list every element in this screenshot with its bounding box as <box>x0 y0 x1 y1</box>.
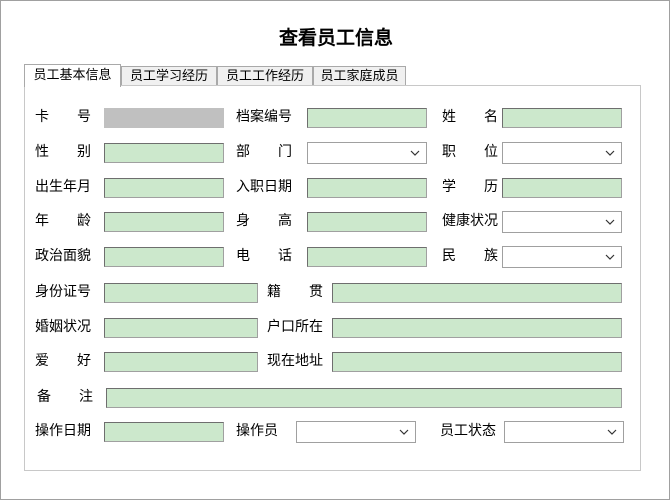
card-no-label-part: 卡 <box>35 109 49 125</box>
position-label-part: 职 <box>442 144 456 160</box>
health-label: 健康状况 <box>442 213 498 229</box>
ethnic-label-part: 民 <box>442 248 456 264</box>
department-label-part: 部 <box>236 144 250 160</box>
birth-label: 出生年月 <box>35 179 91 195</box>
native-place-label-part: 籍 <box>267 284 281 300</box>
age-label: 年龄 <box>35 211 91 231</box>
ethnic-select[interactable] <box>502 246 622 268</box>
remark-label-part: 备 <box>37 389 51 405</box>
education-field[interactable] <box>502 178 622 198</box>
hire-date-field[interactable] <box>307 178 427 198</box>
employee-info-window: 查看员工信息 员工基本信息 员工学习经历 员工工作经历 员工家庭成员 卡号 档案… <box>0 0 670 500</box>
chevron-down-icon <box>605 254 615 260</box>
age-label-part: 龄 <box>77 213 91 229</box>
name-label-part: 名 <box>484 109 498 125</box>
health-select[interactable] <box>502 211 622 233</box>
age-label-part: 年 <box>35 213 49 229</box>
native-place-label-part: 贯 <box>309 284 323 300</box>
address-field[interactable] <box>332 352 622 372</box>
department-label: 部门 <box>236 142 292 162</box>
ethnic-label-part: 族 <box>484 248 498 264</box>
birth-field[interactable] <box>104 178 224 198</box>
archive-no-label: 档案编号 <box>236 109 292 125</box>
chevron-down-icon <box>605 219 615 225</box>
card-no-label: 卡号 <box>35 107 91 127</box>
height-field[interactable] <box>307 212 427 232</box>
position-label-part: 位 <box>484 144 498 160</box>
position-select[interactable] <box>502 142 622 164</box>
chevron-down-icon <box>410 150 420 156</box>
tab-education[interactable]: 员工学习经历 <box>121 66 217 85</box>
phone-label: 电话 <box>236 246 292 266</box>
politics-field[interactable] <box>104 247 224 267</box>
gender-label-part: 性 <box>35 144 49 160</box>
remark-field[interactable] <box>106 388 622 408</box>
native-place-field[interactable] <box>332 283 622 303</box>
tab-work-history[interactable]: 员工工作经历 <box>217 66 313 85</box>
chevron-down-icon <box>607 429 617 435</box>
tab-basic-info[interactable]: 员工基本信息 <box>24 64 121 87</box>
operator-select[interactable] <box>296 421 416 443</box>
archive-no-field[interactable] <box>307 108 427 128</box>
remark-label: 备注 <box>37 387 93 407</box>
position-label: 职位 <box>442 142 498 162</box>
marital-label: 婚姻状况 <box>35 319 91 335</box>
marital-field[interactable] <box>104 318 258 338</box>
card-no-label-part: 号 <box>77 109 91 125</box>
phone-label-part: 电 <box>236 248 250 264</box>
household-label: 户口所在 <box>267 319 323 335</box>
height-label: 身高 <box>236 211 292 231</box>
gender-field[interactable] <box>104 143 224 163</box>
height-label-part: 身 <box>236 213 250 229</box>
hobby-label-part: 好 <box>77 353 91 369</box>
department-select[interactable] <box>307 142 427 164</box>
id-card-field[interactable] <box>104 283 258 303</box>
name-field[interactable] <box>502 108 622 128</box>
gender-label-part: 别 <box>77 144 91 160</box>
op-date-field[interactable] <box>104 422 224 442</box>
native-place-label: 籍贯 <box>267 282 323 302</box>
politics-label: 政治面貌 <box>35 248 91 264</box>
chevron-down-icon <box>399 429 409 435</box>
education-label-part: 学 <box>442 179 456 195</box>
phone-label-part: 话 <box>278 248 292 264</box>
chevron-down-icon <box>605 150 615 156</box>
age-field[interactable] <box>104 212 224 232</box>
phone-field[interactable] <box>307 247 427 267</box>
education-label-part: 历 <box>484 179 498 195</box>
hire-date-label: 入职日期 <box>236 179 292 195</box>
address-label: 现在地址 <box>267 353 323 369</box>
ethnic-label: 民族 <box>442 246 498 266</box>
id-card-label: 身份证号 <box>35 284 91 300</box>
operator-label: 操作员 <box>236 423 278 439</box>
height-label-part: 高 <box>278 213 292 229</box>
gender-label: 性别 <box>35 142 91 162</box>
household-field[interactable] <box>332 318 622 338</box>
op-date-label: 操作日期 <box>35 423 91 439</box>
name-label-part: 姓 <box>442 109 456 125</box>
window-title: 查看员工信息 <box>278 27 393 49</box>
hobby-label: 爱好 <box>35 351 91 371</box>
card-no-field <box>104 108 224 128</box>
remark-label-part: 注 <box>79 389 93 405</box>
hobby-field[interactable] <box>104 352 258 372</box>
department-label-part: 门 <box>278 144 292 160</box>
hobby-label-part: 爱 <box>35 353 49 369</box>
name-label: 姓名 <box>442 107 498 127</box>
status-select[interactable] <box>504 421 624 443</box>
status-label: 员工状态 <box>440 423 496 439</box>
education-label: 学历 <box>442 177 498 197</box>
tab-family[interactable]: 员工家庭成员 <box>313 66 406 85</box>
